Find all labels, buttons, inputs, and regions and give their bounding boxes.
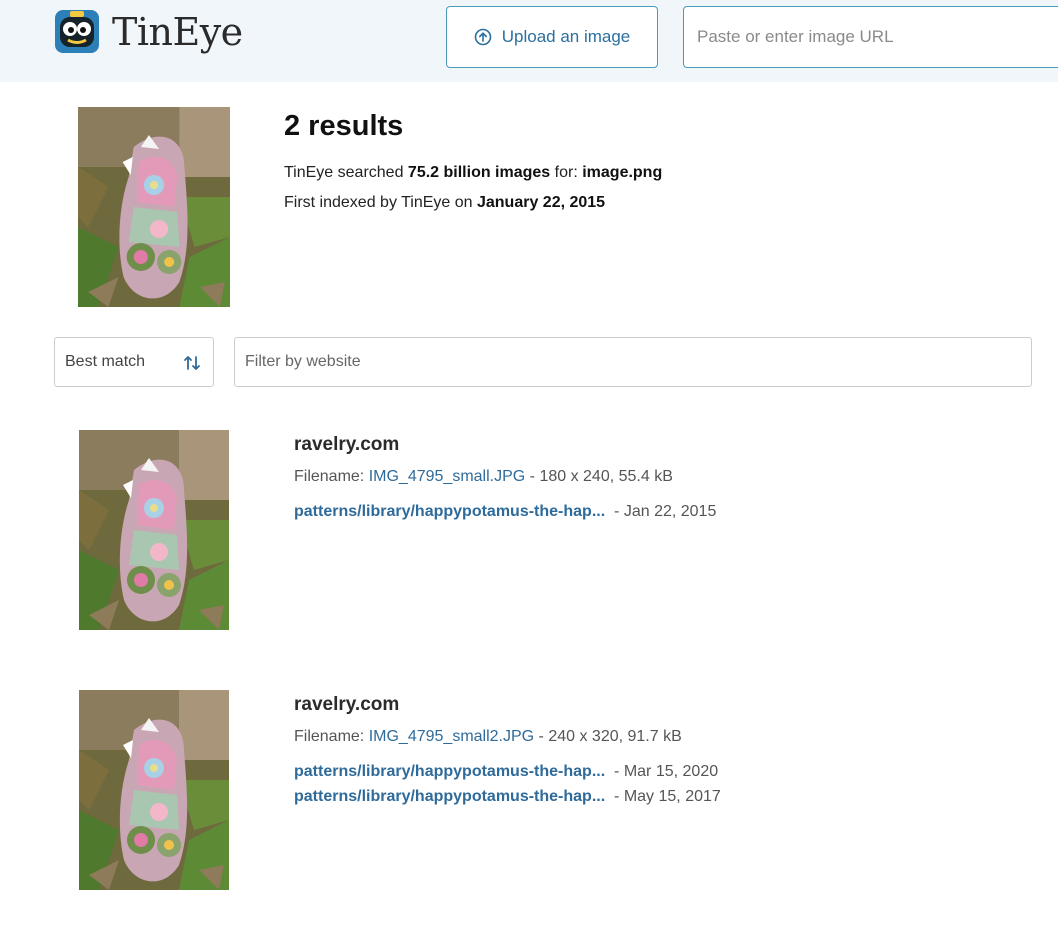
upload-arrow-icon xyxy=(474,28,492,46)
result-page-link[interactable]: patterns/library/happypotamus-the-hap... xyxy=(294,788,605,805)
result-thumbnail[interactable] xyxy=(79,690,229,890)
first-indexed-date: January 22, 2015 xyxy=(476,194,606,211)
searched-filename: image.png xyxy=(582,164,663,181)
sort-arrows-icon xyxy=(184,356,200,370)
searched-count: 75.2 billion images xyxy=(407,164,551,181)
tineye-robot-logo-icon[interactable] xyxy=(54,9,100,54)
result-filename-link[interactable]: IMG_4795_small2.JPG xyxy=(369,728,534,745)
result-thumbnail[interactable] xyxy=(79,430,229,630)
results-count-heading: 2 results xyxy=(284,110,404,142)
logo-wordmark[interactable]: TinEye xyxy=(112,10,243,54)
result-domain[interactable]: ravelry.com xyxy=(294,434,399,456)
search-summary: TinEye searched 75.2 billion images for:… xyxy=(284,164,663,181)
result-filename-line: Filename: IMG_4795_small.JPG - 180 x 240… xyxy=(294,468,673,485)
upload-button-label: Upload an image xyxy=(501,27,631,46)
filter-by-website-input[interactable] xyxy=(234,337,1032,387)
result-page-link[interactable]: patterns/library/happypotamus-the-hap... xyxy=(294,503,605,520)
header-bar: TinEye Upload an image xyxy=(0,0,1058,82)
sort-dropdown[interactable]: Best match xyxy=(54,337,214,387)
result-domain[interactable]: ravelry.com xyxy=(294,694,399,716)
result-match-date: - May 15, 2017 xyxy=(609,788,721,805)
image-url-input[interactable] xyxy=(683,6,1058,68)
search-result: ravelry.com Filename: IMG_4795_small.JPG… xyxy=(0,430,1058,650)
search-result: ravelry.com Filename: IMG_4795_small2.JP… xyxy=(0,690,1058,910)
result-page-link[interactable]: patterns/library/happypotamus-the-hap... xyxy=(294,763,605,780)
query-image-thumbnail xyxy=(78,107,230,307)
result-filename-line: Filename: IMG_4795_small2.JPG - 240 x 32… xyxy=(294,728,682,745)
sort-dropdown-label: Best match xyxy=(65,353,146,370)
result-match-line: patterns/library/happypotamus-the-hap...… xyxy=(294,763,718,781)
upload-image-button[interactable]: Upload an image xyxy=(446,6,658,68)
result-match-date: - Mar 15, 2020 xyxy=(609,763,719,780)
result-match-date: - Jan 22, 2015 xyxy=(609,503,717,520)
result-filename-link[interactable]: IMG_4795_small.JPG xyxy=(369,468,526,485)
result-match-line: patterns/library/happypotamus-the-hap...… xyxy=(294,788,721,806)
first-indexed-summary: First indexed by TinEye on January 22, 2… xyxy=(284,194,606,211)
result-match-line: patterns/library/happypotamus-the-hap...… xyxy=(294,503,716,521)
